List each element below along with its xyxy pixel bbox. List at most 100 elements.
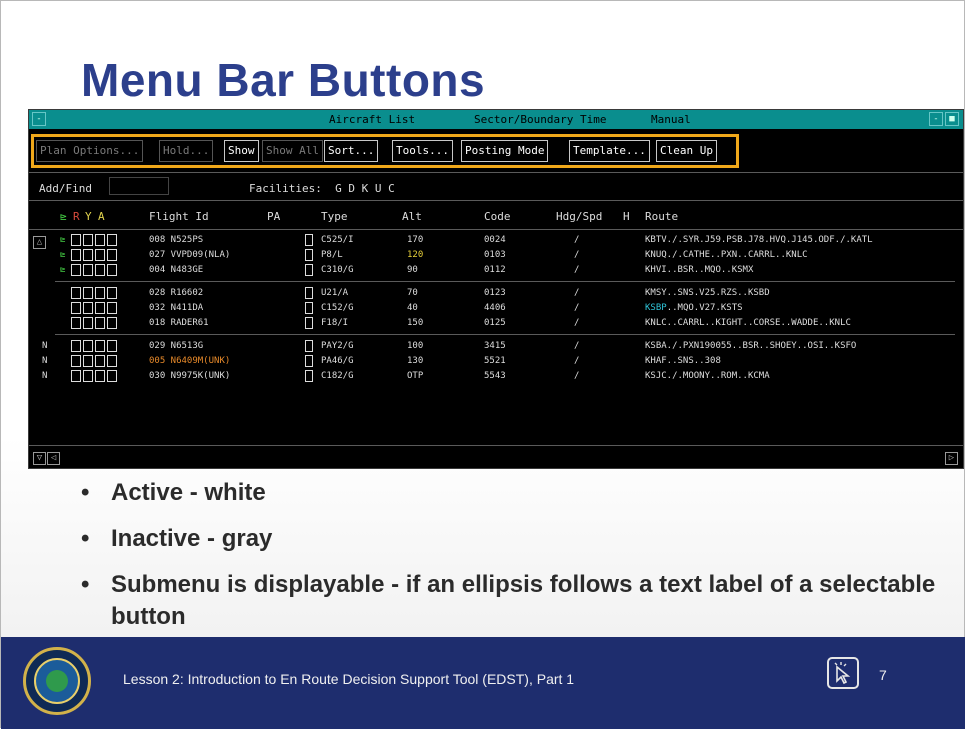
row-checkbox[interactable] xyxy=(71,264,81,276)
row-checkbox[interactable] xyxy=(83,234,93,246)
hold-button[interactable]: Hold... xyxy=(159,140,214,162)
row-alt[interactable]: 170 xyxy=(407,235,423,245)
header-code[interactable]: Code xyxy=(484,210,511,223)
header-type[interactable]: Type xyxy=(321,210,348,223)
clean-up-button[interactable]: Clean Up xyxy=(656,140,717,162)
row-checkbox[interactable] xyxy=(71,355,81,367)
row-code[interactable]: 5521 xyxy=(484,356,506,366)
show-all-button[interactable]: Show All xyxy=(262,140,323,162)
row-checkbox[interactable] xyxy=(71,249,81,261)
row-type[interactable]: F18/I xyxy=(321,318,348,328)
row-pa-box[interactable] xyxy=(305,340,313,352)
row-route[interactable]: KSBA./.PXN190055..BSR..SHOEY..OSI..KSFO xyxy=(645,341,856,351)
row-checkbox[interactable] xyxy=(95,355,105,367)
row-pa-box[interactable] xyxy=(305,302,313,314)
row-hdg-spd[interactable]: / xyxy=(574,265,579,275)
row-pa-box[interactable] xyxy=(305,370,313,382)
tools-button[interactable]: Tools... xyxy=(392,140,453,162)
row-pa-box[interactable] xyxy=(305,317,313,329)
table-row[interactable]: ⊵ 004 N483GE C310/G 90 0112 / KHVI..BSR..MQO..… xyxy=(29,264,963,278)
template-button[interactable]: Template... xyxy=(569,140,650,162)
row-hdg-spd[interactable]: / xyxy=(574,341,579,351)
row-code[interactable]: 0112 xyxy=(484,265,506,275)
maximize-button[interactable]: ■ xyxy=(945,112,959,126)
row-checkbox[interactable] xyxy=(95,370,105,382)
cursor-click-icon[interactable] xyxy=(827,657,859,689)
row-hdg-spd[interactable]: / xyxy=(574,371,579,381)
table-row[interactable]: N 005 N6409M(UNK) PA46/G 130 5521 / KHAF..SNS.… xyxy=(29,355,963,369)
row-checkbox[interactable] xyxy=(107,234,117,246)
minimize-button[interactable]: - xyxy=(929,112,943,126)
row-alt[interactable]: 100 xyxy=(407,341,423,351)
header-indicator-r[interactable]: R xyxy=(73,210,80,223)
titlebar-sector-boundary-time[interactable]: Sector/Boundary Time xyxy=(474,113,606,126)
header-indicator-y[interactable]: Y xyxy=(85,210,92,223)
row-pa-box[interactable] xyxy=(305,287,313,299)
row-checkbox[interactable] xyxy=(107,370,117,382)
row-alt[interactable]: OTP xyxy=(407,371,423,381)
row-code[interactable]: 0125 xyxy=(484,318,506,328)
header-h[interactable]: H xyxy=(623,210,630,223)
row-alt[interactable]: 70 xyxy=(407,288,418,298)
row-code[interactable]: 3415 xyxy=(484,341,506,351)
row-type[interactable]: C182/G xyxy=(321,371,354,381)
row-status-mark[interactable]: ⊵ xyxy=(60,250,65,260)
scroll-left-button[interactable]: ◁ xyxy=(47,452,60,465)
row-hdg-spd[interactable]: / xyxy=(574,318,579,328)
row-flight-id[interactable]: 028 R16602 xyxy=(149,288,203,298)
row-checkbox[interactable] xyxy=(83,302,93,314)
row-checkbox[interactable] xyxy=(83,264,93,276)
header-pa[interactable]: PA xyxy=(267,210,280,223)
titlebar-manual[interactable]: Manual xyxy=(651,113,691,126)
row-checkbox[interactable] xyxy=(107,355,117,367)
row-route[interactable]: KSJC./.MOONY..ROM..KCMA xyxy=(645,371,770,381)
row-alt[interactable]: 40 xyxy=(407,303,418,313)
row-route[interactable]: KHAF..SNS..308 xyxy=(645,356,721,366)
row-type[interactable]: C152/G xyxy=(321,303,354,313)
header-flight-id[interactable]: Flight Id xyxy=(149,210,209,223)
row-checkbox[interactable] xyxy=(107,249,117,261)
row-flight-id[interactable]: 032 N411DA xyxy=(149,303,203,313)
row-alt[interactable]: 120 xyxy=(407,250,423,260)
row-checkbox[interactable] xyxy=(71,370,81,382)
row-checkbox[interactable] xyxy=(71,317,81,329)
row-route[interactable]: KNUQ./.CATHE..PXN..CARRL..KNLC xyxy=(645,250,808,260)
header-hdg-spd[interactable]: Hdg/Spd xyxy=(556,210,602,223)
table-row[interactable]: ⊵ 027 VVPD09(NLA) P8/L 120 0103 / KNUQ./.CATHE… xyxy=(29,249,963,263)
row-hdg-spd[interactable]: / xyxy=(574,288,579,298)
row-flight-id[interactable]: 018 RADER61 xyxy=(149,318,209,328)
row-type[interactable]: P8/L xyxy=(321,250,343,260)
row-checkbox[interactable] xyxy=(71,234,81,246)
row-code[interactable]: 0123 xyxy=(484,288,506,298)
row-route[interactable]: KSBP..MQO.V27.KSTS xyxy=(645,303,743,313)
header-route[interactable]: Route xyxy=(645,210,678,223)
row-checkbox[interactable] xyxy=(95,302,105,314)
row-route[interactable]: KHVI..BSR..MQO..KSMX xyxy=(645,265,753,275)
row-flight-id[interactable]: 029 N6513G xyxy=(149,341,203,351)
row-flight-id[interactable]: 030 N9975K(UNK) xyxy=(149,371,230,381)
row-alt[interactable]: 90 xyxy=(407,265,418,275)
scroll-right-button[interactable]: ▷ xyxy=(945,452,958,465)
row-checkbox[interactable] xyxy=(83,340,93,352)
row-checkbox[interactable] xyxy=(107,264,117,276)
row-hdg-spd[interactable]: / xyxy=(574,303,579,313)
row-checkbox[interactable] xyxy=(95,249,105,261)
row-type[interactable]: PAY2/G xyxy=(321,341,354,351)
row-hdg-spd[interactable]: / xyxy=(574,250,579,260)
row-checkbox[interactable] xyxy=(107,287,117,299)
window-menu-button[interactable]: - xyxy=(32,112,46,126)
header-indicator-g[interactable]: ⊵ xyxy=(60,210,67,223)
row-code[interactable]: 4406 xyxy=(484,303,506,313)
row-checkbox[interactable] xyxy=(83,287,93,299)
row-pa-box[interactable] xyxy=(305,264,313,276)
row-checkbox[interactable] xyxy=(107,302,117,314)
table-row[interactable]: N 029 N6513G PAY2/G 100 3415 / KSBA./.PXN19005… xyxy=(29,340,963,354)
row-checkbox[interactable] xyxy=(71,340,81,352)
row-pa-box[interactable] xyxy=(305,234,313,246)
row-checkbox[interactable] xyxy=(83,355,93,367)
show-button[interactable]: Show xyxy=(224,140,259,162)
row-flight-id[interactable]: 005 N6409M(UNK) xyxy=(149,356,230,366)
row-type[interactable]: PA46/G xyxy=(321,356,354,366)
row-status-mark[interactable]: ⊵ xyxy=(60,265,65,275)
row-checkbox[interactable] xyxy=(95,234,105,246)
